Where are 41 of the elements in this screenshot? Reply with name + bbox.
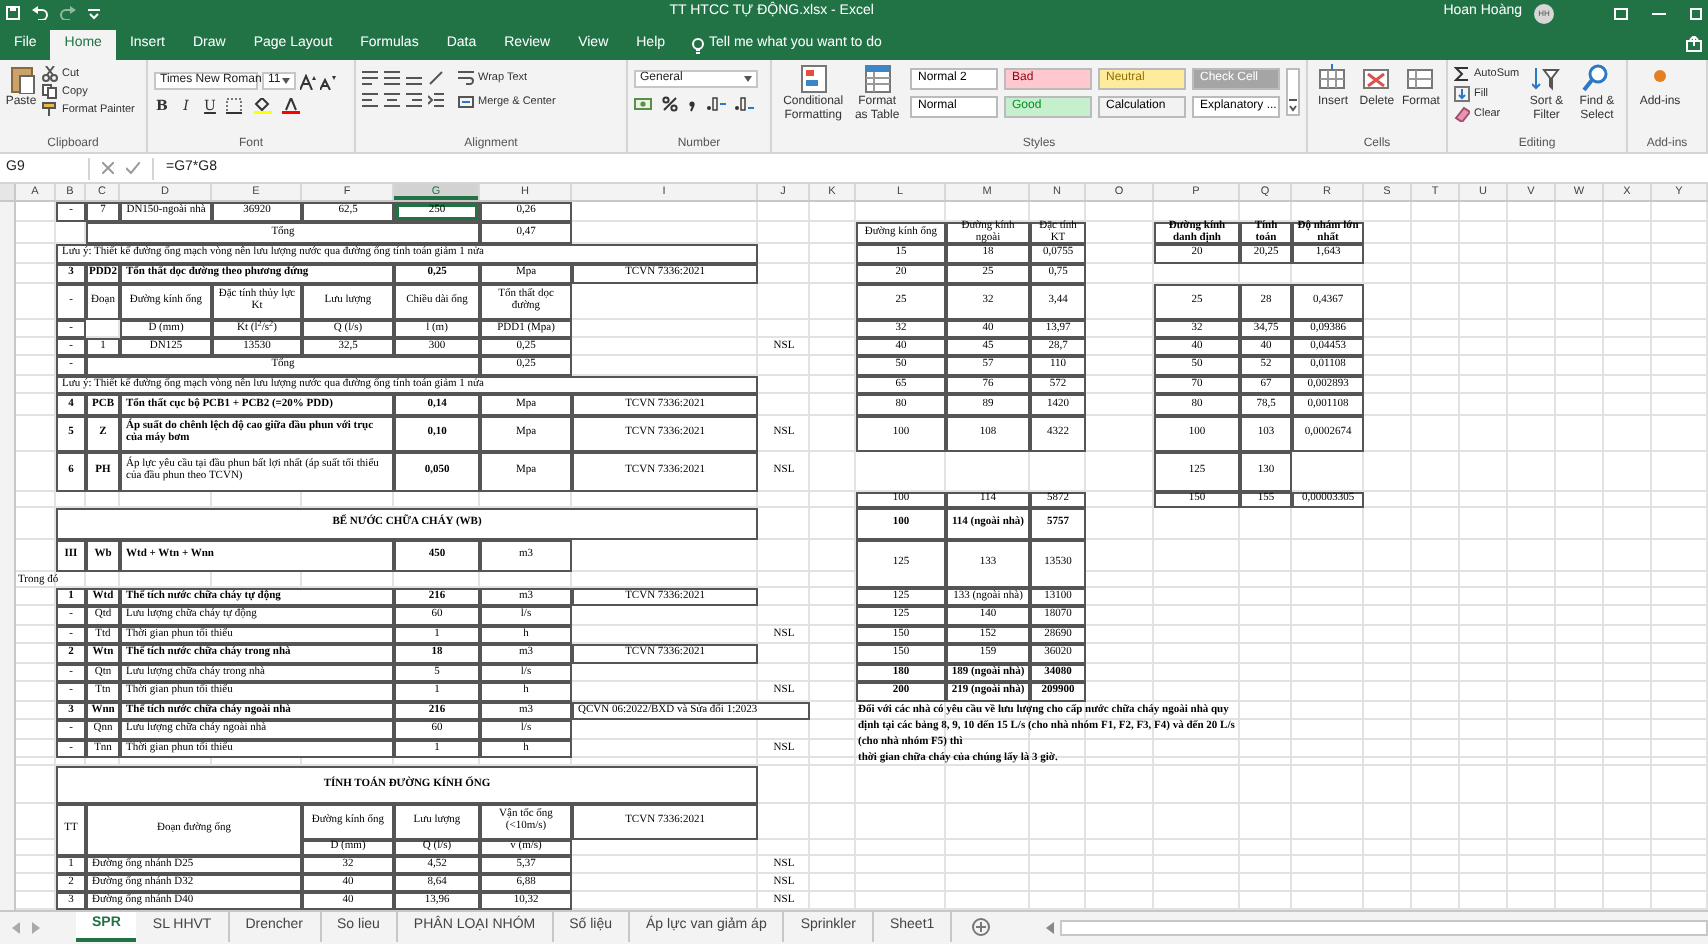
share-icon[interactable] <box>1686 36 1702 52</box>
merge-icon <box>458 94 474 110</box>
grow-font-icon[interactable] <box>300 73 316 89</box>
close-icon[interactable] <box>102 162 114 174</box>
orientation-icon[interactable] <box>428 70 444 86</box>
shrink-font-icon[interactable] <box>320 73 336 89</box>
align-top-icon[interactable] <box>362 70 378 86</box>
caret-icon <box>282 78 290 84</box>
scrollbar-thumb[interactable] <box>1060 919 1708 935</box>
money-icon[interactable] <box>634 96 654 112</box>
lightbulb-icon <box>691 37 704 53</box>
sigma-icon <box>1454 66 1470 82</box>
add-sheet-icon[interactable] <box>972 918 991 936</box>
undo-icon[interactable] <box>32 6 48 20</box>
minimize-icon[interactable] <box>1652 7 1666 19</box>
ribbon-options-icon[interactable] <box>1614 7 1628 19</box>
customize-icon[interactable] <box>88 7 100 19</box>
save-icon[interactable] <box>6 6 20 20</box>
scissors-icon <box>42 66 58 82</box>
borders-icon[interactable] <box>226 98 246 114</box>
indent-icon[interactable] <box>428 92 444 108</box>
increase-decimal-icon[interactable] <box>706 96 726 112</box>
eraser-icon <box>1454 106 1470 122</box>
align-center-icon[interactable] <box>384 92 400 108</box>
brush-icon <box>42 102 58 118</box>
align-middle-icon[interactable] <box>384 70 400 86</box>
caret-icon <box>744 76 752 82</box>
gallery-scroll-icon[interactable] <box>1286 68 1300 116</box>
check-icon[interactable] <box>126 162 140 174</box>
redo-icon[interactable] <box>60 6 76 20</box>
decrease-decimal-icon[interactable] <box>734 96 754 112</box>
font-color-icon[interactable] <box>282 98 302 114</box>
align-right-icon[interactable] <box>406 92 422 108</box>
percent-icon[interactable] <box>662 96 678 112</box>
maximize-icon[interactable] <box>1690 7 1702 19</box>
align-left-icon[interactable] <box>362 92 378 108</box>
fill-down-icon <box>1454 86 1470 102</box>
copy-icon <box>42 84 58 100</box>
wrap-icon <box>458 70 474 86</box>
fill-color-icon[interactable] <box>254 98 274 114</box>
comma-style-icon[interactable] <box>686 96 698 112</box>
